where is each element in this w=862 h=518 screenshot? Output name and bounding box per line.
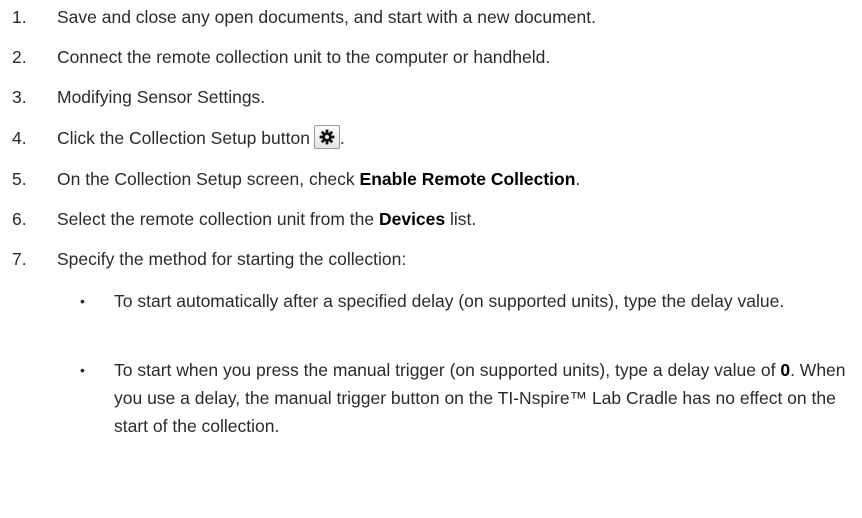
- step-number: 2.: [12, 47, 27, 67]
- step-text-post: .: [575, 169, 581, 189]
- bullet-marker: •: [80, 362, 85, 378]
- step-text: Save and close any open documents, and s…: [57, 7, 596, 27]
- step-text-pre: Click the Collection Setup button: [57, 128, 310, 148]
- enable-remote-collection-label: Enable Remote Collection: [359, 169, 576, 189]
- step-number: 4.: [12, 128, 27, 148]
- bullet-text: To start automatically after a specified…: [114, 291, 785, 311]
- bullet-text-pre: To start when you press the manual trigg…: [114, 360, 781, 380]
- step-text: Select the remote collection unit from t…: [57, 206, 847, 233]
- step-text-pre: On the Collection Setup screen, check: [57, 169, 360, 189]
- step-text-post: .: [339, 128, 345, 148]
- step-number: 7.: [12, 249, 27, 269]
- step-text: Modifying Sensor Settings.: [57, 87, 266, 107]
- step-number: 6.: [12, 209, 27, 229]
- step-number: 3.: [12, 87, 27, 107]
- gear-icon: [319, 129, 335, 145]
- step-text: Specify the method for starting the coll…: [57, 249, 407, 269]
- devices-label: Devices: [378, 209, 446, 229]
- step-text: Click the Collection Setup button.: [57, 125, 847, 152]
- step-number: 1.: [12, 7, 27, 27]
- step-text-pre: Select the remote collection unit from t…: [57, 209, 379, 229]
- step-text-post: list.: [445, 209, 477, 229]
- bullet-marker: •: [80, 293, 85, 309]
- collection-setup-button[interactable]: [313, 125, 340, 149]
- instruction-list: 1. Save and close any open documents, an…: [0, 0, 862, 518]
- step-number: 5.: [12, 169, 27, 189]
- step-text: Connect the remote collection unit to th…: [57, 47, 551, 67]
- bullet-text: To start when you press the manual trigg…: [114, 356, 854, 440]
- step-text: On the Collection Setup screen, check En…: [57, 166, 847, 193]
- delay-value-zero: 0: [780, 360, 791, 380]
